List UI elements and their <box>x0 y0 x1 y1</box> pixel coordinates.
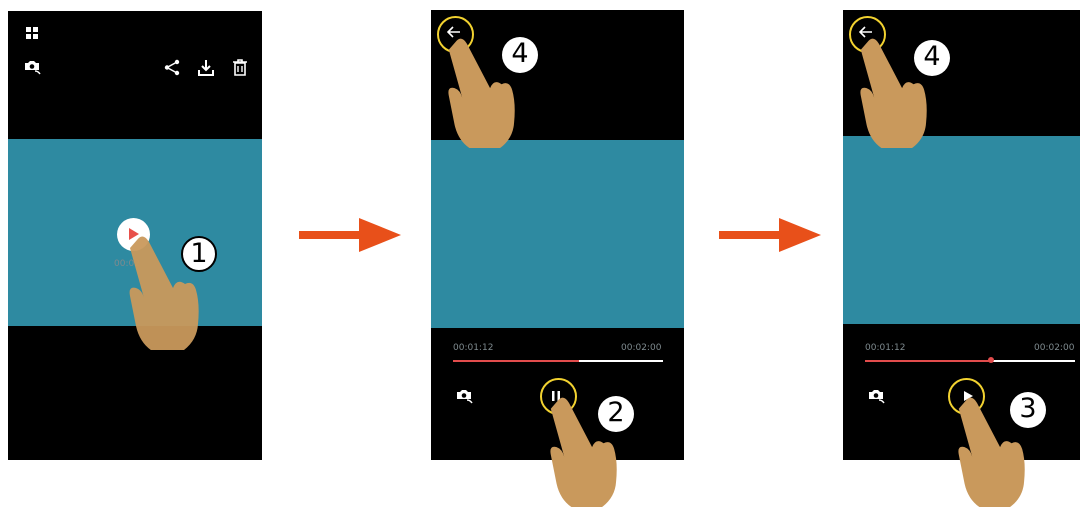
progress-knob[interactable] <box>988 357 994 363</box>
progress-fill <box>865 360 991 362</box>
camera-switch-icon[interactable] <box>24 59 42 75</box>
total-time: 00:02:00 <box>1034 343 1075 353</box>
step-3-marker: 3 <box>1010 392 1046 428</box>
share-icon[interactable] <box>164 59 181 76</box>
arrow-right-icon <box>299 218 401 252</box>
elapsed-time: 00:01:12 <box>453 343 494 353</box>
delete-icon[interactable] <box>233 59 247 76</box>
progress-bar[interactable] <box>453 360 663 362</box>
camera-switch-icon[interactable] <box>456 388 474 404</box>
elapsed-time: 00:01:12 <box>865 343 906 353</box>
video-player[interactable] <box>431 140 684 328</box>
total-time: 00:02:00 <box>621 343 662 353</box>
step-1-marker: 1 <box>181 236 217 272</box>
step-4-marker: 4 <box>502 37 538 73</box>
camera-switch-icon[interactable] <box>868 388 886 404</box>
progress-bar[interactable] <box>865 357 1075 363</box>
arrow-right-icon <box>719 218 821 252</box>
step-2-marker: 2 <box>598 396 634 432</box>
video-player[interactable] <box>843 136 1080 324</box>
grid-icon[interactable] <box>26 27 38 39</box>
progress-fill <box>453 360 579 362</box>
step-4-marker: 4 <box>914 40 950 76</box>
download-icon[interactable] <box>198 59 214 76</box>
